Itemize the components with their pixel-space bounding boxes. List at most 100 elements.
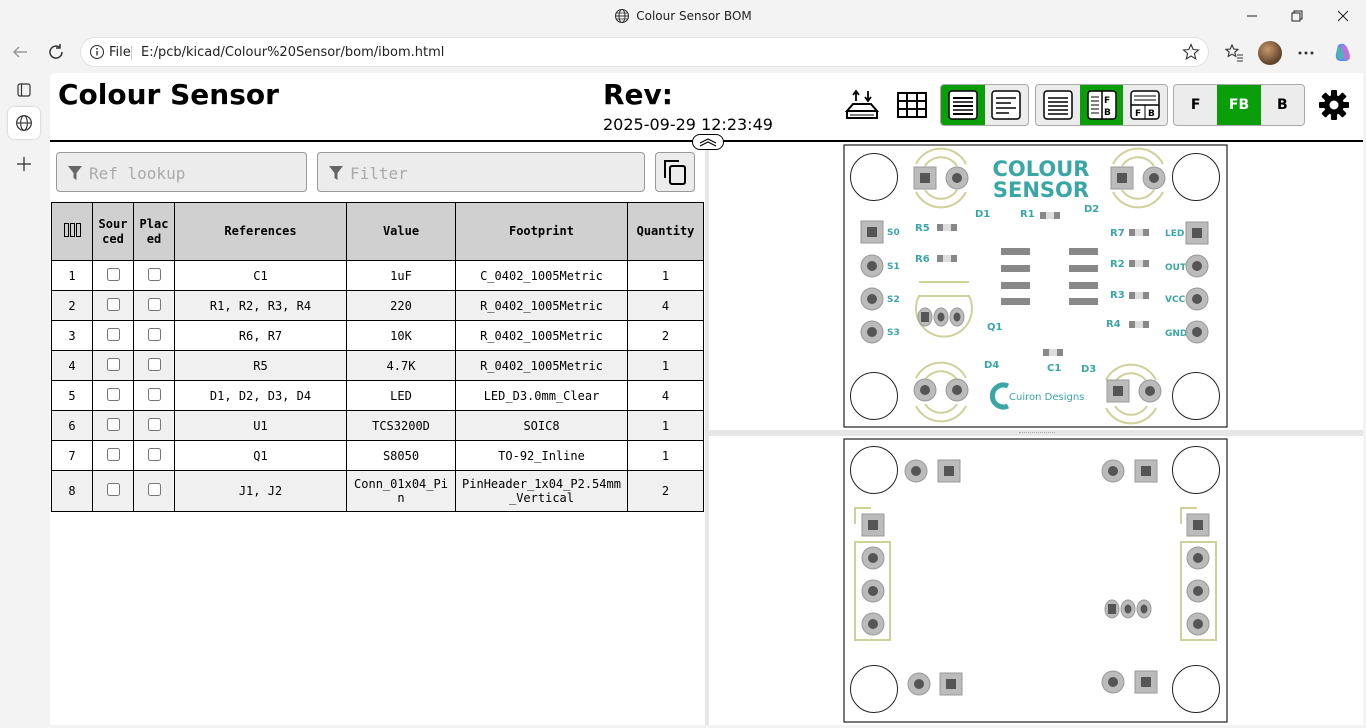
footprint-cell: SOIC8: [455, 410, 628, 441]
sourced-checkbox[interactable]: [106, 327, 120, 341]
fabrication-grid-button[interactable]: [892, 85, 932, 125]
silk-d2: D2: [1084, 204, 1099, 215]
pcb-front-canvas[interactable]: COLOUR SENSOR D1 R1 D2 R5 R6 R7 R2 R3 R4…: [709, 142, 1363, 430]
sourced-checkbox[interactable]: [106, 267, 120, 281]
layout-bom-only-button[interactable]: [1036, 85, 1080, 125]
address-bar[interactable]: File E:/pcb/kicad/Colour%20Sensor/bom/ib…: [80, 37, 1209, 67]
value-cell: TCS3200D: [346, 410, 456, 441]
placed-checkbox[interactable]: [147, 387, 161, 401]
silk-vcc: VCC: [1165, 295, 1186, 305]
refresh-button[interactable]: [42, 39, 70, 65]
placed-checkbox[interactable]: [147, 483, 161, 496]
sourced-checkbox[interactable]: [106, 357, 120, 371]
url-text[interactable]: E:/pcb/kicad/Colour%20Sensor/bom/ibom.ht…: [141, 45, 444, 60]
references-cell: D1, D2, D3, D4: [174, 380, 347, 411]
layer-both-button[interactable]: FB: [1217, 85, 1261, 125]
sourced-checkbox[interactable]: [106, 297, 120, 311]
bom-header-row: Sour ced Plac ed References Value Footpr…: [51, 202, 704, 261]
footprint-cell: LED_D3.0mm_Clear: [455, 380, 628, 411]
column-selector-header[interactable]: [51, 202, 93, 261]
gear-icon: [1319, 90, 1349, 120]
mounting-hole: [850, 153, 898, 201]
silk-gnd: GND: [1165, 329, 1187, 339]
table-row[interactable]: 8 J1, J2 Conn_01x04_Pin PinHeader_1x04_P…: [51, 470, 704, 512]
layer-select-group: F FB B: [1173, 84, 1305, 126]
sourced-header[interactable]: Sour ced: [92, 202, 134, 261]
pcb-back-canvas[interactable]: [709, 436, 1363, 725]
minimize-button[interactable]: [1237, 4, 1267, 28]
table-row[interactable]: 5 D1, D2, D3, D4 LED LED_D3.0mm_Clear 4: [51, 380, 704, 411]
silk-r6: R6: [915, 254, 930, 265]
sourced-cell: [92, 290, 134, 321]
value-cell: 4.7K: [346, 350, 456, 381]
tab-colour-sensor-bom[interactable]: [8, 107, 40, 139]
restore-button[interactable]: [1282, 4, 1312, 28]
settings-button[interactable]: [1314, 85, 1354, 125]
placed-checkbox[interactable]: [147, 357, 161, 371]
quantity-header[interactable]: Quantity: [627, 202, 704, 261]
filter-funnel-icon: [68, 166, 82, 180]
mounting-hole: [1172, 153, 1220, 201]
quantity-cell: 2: [627, 470, 704, 512]
back-button[interactable]: [6, 39, 34, 65]
placed-header[interactable]: Plac ed: [133, 202, 175, 261]
pcb-title-line2: SENSOR: [993, 178, 1089, 202]
sourced-checkbox[interactable]: [106, 447, 120, 461]
bom-grouped-button[interactable]: [941, 85, 985, 125]
window-title-text: Colour Sensor BOM: [636, 9, 752, 23]
favorites-button[interactable]: [1221, 40, 1247, 66]
references-cell: U1: [174, 410, 347, 441]
table-row[interactable]: 6 U1 TCS3200D SOIC8 1: [51, 410, 704, 441]
bom-grouped-icon: [948, 90, 978, 120]
filter-input[interactable]: [350, 162, 550, 184]
avatar[interactable]: [1258, 41, 1282, 65]
tab-actions-button[interactable]: [8, 74, 40, 106]
value-header[interactable]: Value: [346, 202, 456, 261]
copy-bom-button[interactable]: [655, 152, 695, 192]
copilot-icon: [1335, 43, 1351, 61]
table-row[interactable]: 3 R6, R7 10K R_0402_1005Metric 2: [51, 320, 704, 351]
filter-box: [317, 152, 645, 192]
quantity-cell: 1: [627, 440, 704, 471]
close-window-button[interactable]: [1328, 4, 1358, 28]
table-row[interactable]: 1 C1 1uF C_0402_1005Metric 1: [51, 260, 704, 291]
page-title: Colour Sensor: [58, 78, 279, 111]
new-tab-button[interactable]: [8, 148, 40, 180]
footprint-header[interactable]: Footprint: [455, 202, 628, 261]
placed-cell: [133, 350, 175, 381]
layout-top-bottom-button[interactable]: FB: [1123, 85, 1167, 125]
layer-back-button[interactable]: B: [1261, 85, 1304, 125]
quantity-cell: 1: [627, 410, 704, 441]
placed-checkbox[interactable]: [147, 267, 161, 281]
info-icon[interactable]: [89, 44, 105, 60]
save-board-image-button[interactable]: [842, 85, 882, 125]
table-row[interactable]: 2 R1, R2, R3, R4 220 R_0402_1005Metric 4: [51, 290, 704, 321]
row-number: 5: [51, 380, 93, 411]
references-header[interactable]: References: [174, 202, 347, 261]
placed-checkbox[interactable]: [147, 327, 161, 341]
sourced-checkbox[interactable]: [106, 387, 120, 401]
copilot-button[interactable]: [1330, 40, 1356, 66]
placed-cell: [133, 320, 175, 351]
plus-icon: [17, 157, 31, 171]
placed-checkbox[interactable]: [147, 447, 161, 461]
sourced-checkbox[interactable]: [106, 417, 120, 431]
table-row[interactable]: 7 Q1 S8050 TO-92_Inline 1: [51, 440, 704, 471]
table-row[interactable]: 4 R5 4.7K R_0402_1005Metric 1: [51, 350, 704, 381]
quantity-cell: 2: [627, 320, 704, 351]
vertical-tab-strip: [0, 71, 48, 728]
collapse-header-button[interactable]: [692, 134, 724, 150]
row-number: 7: [51, 440, 93, 471]
splitter-grip: [1019, 432, 1055, 434]
layout-left-right-button[interactable]: FB: [1079, 85, 1124, 125]
placed-checkbox[interactable]: [147, 417, 161, 431]
tab-actions-icon: [17, 83, 31, 97]
placed-cell: [133, 290, 175, 321]
ref-lookup-input[interactable]: [89, 162, 289, 184]
add-favorite-star-icon[interactable]: [1182, 43, 1200, 61]
sourced-checkbox[interactable]: [106, 483, 120, 496]
bom-ungrouped-button[interactable]: [985, 85, 1029, 125]
more-menu-button[interactable]: [1293, 40, 1319, 66]
layer-front-button[interactable]: F: [1174, 85, 1217, 125]
placed-checkbox[interactable]: [147, 297, 161, 311]
